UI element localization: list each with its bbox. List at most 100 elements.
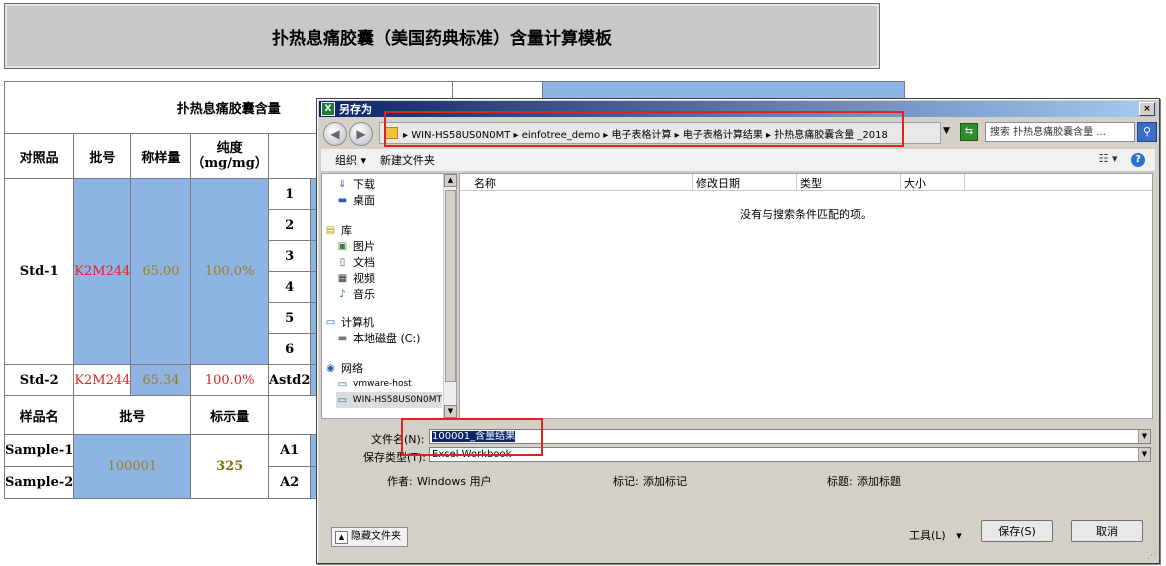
author-label: 作者: [387, 475, 413, 488]
nav-item-documents[interactable]: ▯ 文档 [336, 254, 375, 270]
nav-item-label: 下载 [353, 178, 375, 191]
column-separator [900, 174, 901, 190]
header-weight: 称样量 [130, 133, 192, 179]
nav-item-label: 文档 [353, 256, 375, 269]
std2-weight[interactable]: 65.34 [130, 364, 192, 396]
address-highlight-box [384, 111, 904, 147]
std1-lot[interactable]: K2M244 [73, 178, 132, 365]
library-icon: ▤ [325, 224, 336, 236]
nav-item-label: 网络 [341, 362, 363, 375]
nav-item-music[interactable]: ♪ 音乐 [336, 286, 375, 302]
scroll-thumb[interactable] [445, 190, 456, 382]
tags-label: 标记: [613, 475, 639, 488]
nav-item-desktop[interactable]: ▬ 桌面 [336, 192, 375, 208]
header-sample-lot: 批号 [73, 395, 192, 435]
nav-item-downloads[interactable]: ⇓ 下载 [336, 176, 375, 192]
std2-purity[interactable]: 100.0% [190, 364, 269, 396]
videos-icon: ▦ [337, 272, 348, 284]
savetype-dropdown-icon[interactable]: ▼ [1138, 448, 1150, 461]
column-name[interactable]: 名称 [474, 175, 496, 191]
column-type[interactable]: 类型 [800, 175, 822, 191]
std1-name: Std-1 [3, 178, 75, 365]
std2-lot[interactable]: K2M244 [73, 364, 132, 396]
std1-weight[interactable]: 65.00 [130, 178, 192, 365]
forward-arrow-icon[interactable]: ▶ [349, 122, 373, 146]
hide-folders-button[interactable]: ▲ 隐藏文件夹 [331, 527, 408, 547]
search-input[interactable]: 搜索 扑热息痛胶囊含量 ... [985, 122, 1135, 142]
host-icon: ▭ [337, 378, 348, 390]
music-icon: ♪ [339, 288, 346, 300]
column-size[interactable]: 大小 [904, 175, 926, 191]
nav-item-label: 音乐 [353, 288, 375, 301]
chevron-up-icon: ▲ [335, 530, 348, 544]
cancel-button[interactable]: 取消 [1071, 520, 1143, 542]
injection-no: 1 [267, 178, 312, 210]
column-separator [796, 174, 797, 190]
back-arrow-icon[interactable]: ◀ [323, 122, 347, 146]
meta-title-label: 标题: [827, 475, 853, 488]
nav-item-label: vmware-host [353, 379, 412, 389]
view-icon[interactable]: ☷ ▾ [1099, 152, 1118, 165]
column-modified[interactable]: 修改日期 [696, 175, 740, 191]
nav-item-vmware-host[interactable]: ▭ vmware-host [336, 376, 412, 392]
nav-item-label: WIN-HS58US0N0MT [352, 395, 442, 405]
nav-item-videos[interactable]: ▦ 视频 [336, 270, 375, 286]
save-button[interactable]: 保存(S) [981, 520, 1053, 542]
desktop-icon: ▬ [337, 194, 348, 206]
tools-menu[interactable]: 工具(L) ▾ [909, 527, 962, 543]
sample-name: Sample-1 [3, 434, 75, 467]
navigation-pane: ⇓ 下载 ▬ 桌面 ▤ 库 ▣ 图片 ▯ 文档 ▦ 视频 ♪ 音乐 ▭ 计算机 [321, 173, 457, 419]
search-icon[interactable]: ⚲ [1137, 122, 1157, 142]
std1-purity[interactable]: 100.0% [190, 178, 269, 365]
column-separator [964, 174, 965, 190]
host-icon: ▭ [337, 394, 348, 406]
column-separator [692, 174, 693, 190]
injection-no: 4 [267, 271, 312, 303]
filename-highlight-box [401, 418, 543, 456]
dialog-toolbar: 组织 ▾ 新建文件夹 ☷ ▾ ? [321, 149, 1155, 172]
resize-grip-icon[interactable]: ⋰ [1147, 551, 1157, 561]
nav-item-libraries[interactable]: ▤ 库 [324, 222, 352, 238]
header-label-claim: 标示量 [190, 395, 269, 435]
nav-item-label: 计算机 [341, 316, 374, 329]
injection-no: 2 [267, 209, 312, 241]
help-icon[interactable]: ? [1131, 153, 1145, 167]
nav-item-local-disk[interactable]: ▬ 本地磁盘 (C:) [336, 330, 421, 346]
empty-message: 没有与搜索条件匹配的项。 [740, 208, 872, 221]
filename-dropdown-icon[interactable]: ▼ [1138, 430, 1150, 443]
scroll-down-icon[interactable]: ▼ [444, 405, 457, 418]
nav-scrollbar[interactable]: ▲ ▼ [443, 174, 457, 418]
save-as-dialog: X 另存为 × ◀ ▶ ▸ WIN-HS58US0N0MT ▸ einfotre… [316, 98, 1160, 564]
tools-dropdown-icon: ▾ [949, 529, 962, 542]
new-folder-button[interactable]: 新建文件夹 [380, 152, 435, 168]
refresh-icon[interactable]: ⇆ [960, 123, 978, 141]
template-banner-title: 扑热息痛胶囊（美国药典标准）含量计算模板 [4, 3, 880, 69]
std2-name: Std-2 [3, 364, 75, 396]
nav-item-label: 本地磁盘 (C:) [353, 332, 421, 345]
dialog-title: 另存为 [339, 103, 372, 116]
header-purity: 纯度 （mg/mg） [190, 133, 269, 179]
injection-no: 3 [267, 240, 312, 272]
close-button[interactable]: × [1139, 102, 1155, 116]
disk-icon: ▬ [337, 332, 348, 344]
nav-item-pictures[interactable]: ▣ 图片 [336, 238, 375, 254]
nav-item-win-host[interactable]: ▭ WIN-HS58US0N0MT [336, 392, 442, 408]
organize-menu[interactable]: 组织 ▾ [335, 152, 366, 168]
address-dropdown-icon[interactable]: ▼ [943, 126, 950, 136]
column-header-row: 名称 修改日期 类型 大小 [460, 174, 1152, 191]
sample-injection: A1 [267, 434, 312, 467]
view-options[interactable]: ☷ ▾ ? [1099, 152, 1145, 167]
nav-item-network[interactable]: ◉ 网络 [324, 360, 363, 376]
hide-folders-label: 隐藏文件夹 [351, 531, 401, 542]
scroll-up-icon[interactable]: ▲ [444, 174, 457, 187]
tags-value[interactable]: 添加标记 [643, 473, 687, 489]
meta-title-value[interactable]: 添加标题 [857, 473, 901, 489]
author-value[interactable]: Windows 用户 [417, 473, 492, 489]
file-list: 名称 修改日期 类型 大小 没有与搜索条件匹配的项。 [459, 173, 1153, 419]
injection-no: 5 [267, 302, 312, 334]
sample-lot[interactable]: 100001 [73, 434, 192, 499]
nav-item-label: 视频 [353, 272, 375, 285]
label-claim[interactable]: 325 [190, 434, 269, 499]
nav-item-label: 桌面 [353, 194, 375, 207]
nav-item-computer[interactable]: ▭ 计算机 [324, 314, 374, 330]
